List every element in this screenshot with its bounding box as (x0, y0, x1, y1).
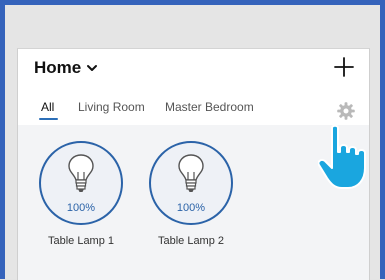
room-tabs: All Living Room Master Bedroom (18, 93, 369, 125)
device-circle: 100% (39, 141, 123, 225)
device-level: 100% (66, 202, 96, 214)
device-name: Table Lamp 1 (47, 235, 115, 247)
home-panel: Home All Living Room Master Bedroom 100%… (17, 48, 370, 280)
plus-icon[interactable] (332, 55, 356, 79)
chevron-down-icon (87, 65, 98, 71)
tab-living-room[interactable]: Living Room (78, 100, 145, 114)
device-grid: 100% Table Lamp 1 100% Table Lamp 2 (18, 125, 369, 280)
device-card-table-lamp-1[interactable]: 100% Table Lamp 1 (39, 125, 129, 255)
lightbulb-icon (68, 154, 94, 192)
device-level: 100% (176, 202, 206, 214)
device-card-table-lamp-2[interactable]: 100% Table Lamp 2 (149, 125, 239, 255)
tab-all[interactable]: All (41, 100, 54, 114)
home-title: Home (34, 58, 82, 77)
home-selector[interactable]: Home (34, 58, 99, 78)
app-header: Home (18, 49, 369, 93)
gear-icon[interactable] (336, 101, 356, 121)
device-circle: 100% (149, 141, 233, 225)
active-tab-indicator (39, 118, 58, 120)
device-name: Table Lamp 2 (157, 235, 225, 247)
tab-master-bedroom[interactable]: Master Bedroom (165, 100, 254, 114)
lightbulb-icon (178, 154, 204, 192)
